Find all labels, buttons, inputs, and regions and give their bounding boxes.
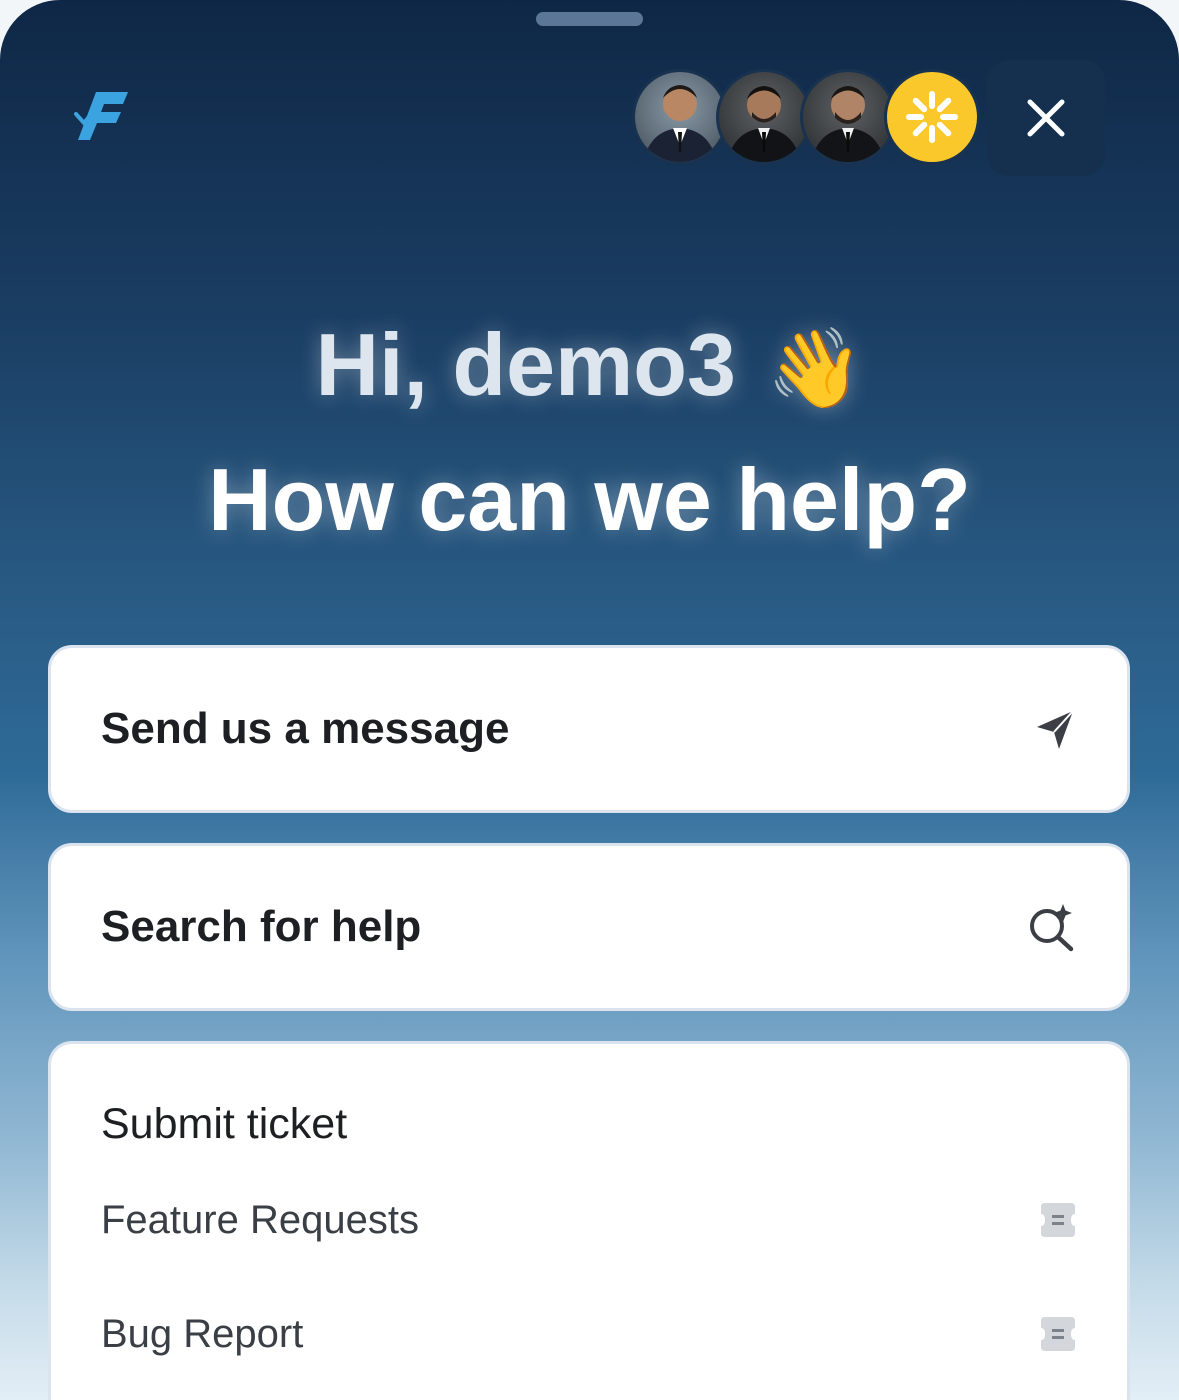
search-help-label: Search for help [101,902,422,951]
help-heading: How can we help? [208,450,971,549]
avatar [632,69,728,165]
send-icon [1037,710,1074,749]
ticket-icon [1041,1317,1075,1351]
drag-handle[interactable] [536,12,643,26]
ticket-item-feature-requests[interactable]: Feature Requests [101,1175,1077,1265]
ticket-icon [1041,1203,1075,1237]
submit-ticket-card: Submit ticket Feature Requests Bug Repor… [48,1041,1130,1400]
search-sparkle-icon [1030,904,1074,952]
greeting-text: Hi, demo3 [315,315,736,414]
search-help-button[interactable]: Search for help [48,843,1130,1011]
ticket-item-bug-report[interactable]: Bug Report [101,1289,1077,1379]
brand-f-logo-icon [74,90,132,146]
close-button[interactable] [987,60,1105,176]
ticket-item-label: Bug Report [101,1311,304,1356]
avatar [716,69,812,165]
send-message-button[interactable]: Send us a message [48,645,1130,813]
close-icon [1027,99,1065,137]
avatar [800,69,896,165]
greeting-heading: Hi, demo3 👋 [0,315,1179,418]
ticket-item-label: Feature Requests [101,1197,419,1242]
send-message-label: Send us a message [101,704,510,753]
wave-emoji-icon: 👋 [766,324,864,412]
messenger-sheet: Hi, demo3 👋 How can we help? Send us a m… [0,0,1179,1400]
sunburst-logo-icon [884,69,980,165]
submit-ticket-title: Submit ticket [101,1100,348,1148]
